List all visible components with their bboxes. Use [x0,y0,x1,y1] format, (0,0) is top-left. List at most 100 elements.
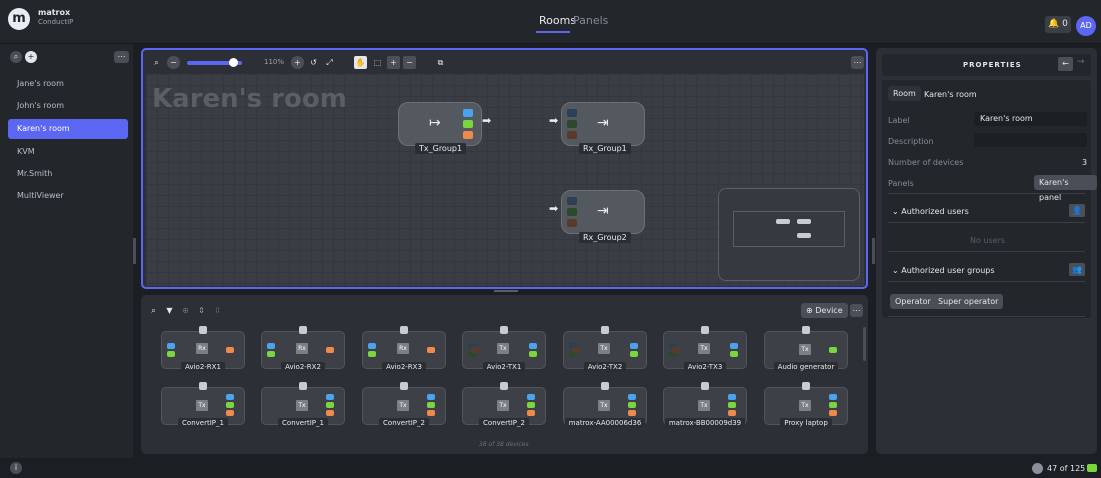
minimap-viewport[interactable] [733,211,845,247]
sidebar-item-room[interactable]: KVM [8,142,128,162]
port-blue[interactable] [567,109,577,117]
select-icon[interactable]: ⬚ [371,56,384,69]
pan-hand-icon[interactable]: ✋ [354,56,367,69]
port-orange[interactable] [326,410,334,416]
port-orange[interactable] [567,219,577,227]
port-blue[interactable] [529,343,537,349]
port-orange[interactable] [427,410,435,416]
more-menu-icon[interactable]: ⋯ [850,304,863,317]
device-card[interactable]: Tx matrox-AA00006d36 [563,382,647,428]
label-field[interactable]: Karen's room [974,112,1087,126]
port-orange[interactable] [463,131,473,139]
device-card[interactable]: Tx matrox-BB00009d39 [663,382,747,428]
zoom-out-icon[interactable]: − [167,56,180,69]
sidebar-item-room[interactable]: Jane's room [8,74,128,94]
port-orange[interactable] [672,347,680,353]
port-blue[interactable] [326,394,334,400]
scrollbar[interactable] [863,327,866,361]
port-orange[interactable] [427,347,435,353]
port-orange[interactable] [728,410,736,416]
remove-node-icon[interactable]: − [403,56,416,69]
port-green[interactable] [463,120,473,128]
device-card[interactable]: Tx Avio2-TX3 [663,326,747,372]
add-node-icon[interactable]: + [387,56,400,69]
layers-icon[interactable]: ⧉ [434,56,447,69]
port-blue[interactable] [829,394,837,400]
port-blue[interactable] [728,394,736,400]
avatar[interactable]: AD [1076,16,1096,36]
sidebar-item-room-selected[interactable]: Karen's room [8,119,128,139]
node-rx-group2[interactable]: ⇥ [561,190,645,234]
device-card[interactable]: Tx ConvertIP_2 [362,382,446,428]
port-orange[interactable] [226,410,234,416]
search-icon[interactable]: ⌕ [150,56,163,69]
filter-icon[interactable]: ▼ [163,304,176,317]
port-orange[interactable] [829,410,837,416]
zoom-in-icon[interactable]: + [291,56,304,69]
port-blue[interactable] [427,394,435,400]
port-green[interactable] [527,402,535,408]
add-room-button[interactable]: + [25,51,37,63]
more-menu-icon[interactable]: ⋯ [851,56,864,69]
sidebar-resize-handle[interactable] [133,238,136,264]
description-field[interactable] [974,133,1087,147]
add-device-button[interactable]: ⊕ Device [801,303,848,318]
back-arrow-icon[interactable]: ← [1058,57,1073,71]
add-user-icon[interactable]: 👤 [1069,204,1085,217]
device-card[interactable]: Rx Avio2-RX1 [161,326,245,372]
port-orange[interactable] [572,347,580,353]
port-orange[interactable] [527,410,535,416]
search-icon[interactable]: ⌕ [10,51,22,63]
sidebar-item-room[interactable]: MultiViewer [8,186,128,206]
port-green[interactable] [368,351,376,357]
expand-icon[interactable]: ⇕ [195,304,208,317]
port-orange[interactable] [326,347,334,353]
port-orange[interactable] [226,347,234,353]
forward-arrow-icon[interactable]: → [1077,57,1085,67]
device-card[interactable]: Tx Proxy laptop [764,382,848,428]
port-green[interactable] [267,351,275,357]
device-card[interactable]: Tx Avio2-TX1 [462,326,546,372]
add-group-icon[interactable]: 👥 [1069,263,1085,276]
port-green[interactable] [728,402,736,408]
search-icon[interactable]: ⌕ [147,304,160,317]
fit-view-icon[interactable]: ⤢ [323,56,336,69]
port-blue[interactable] [226,394,234,400]
sidebar-item-room[interactable]: Mr.Smith [8,164,128,184]
device-card[interactable]: Rx Avio2-RX3 [362,326,446,372]
device-card[interactable]: Tx Audio generator [764,326,848,372]
target-icon[interactable]: ⊕ [179,304,192,317]
collapse-icon[interactable]: ⇳ [211,304,224,317]
port-blue[interactable] [167,343,175,349]
node-rx-group1[interactable]: ⇥ [561,102,645,146]
port-orange[interactable] [567,131,577,139]
port-green[interactable] [427,402,435,408]
device-card[interactable]: Tx Avio2-TX2 [563,326,647,372]
info-icon[interactable]: i [10,462,22,474]
notifications-button[interactable]: 🔔 0 [1045,16,1071,33]
device-card[interactable]: Tx ConvertIP_1 [161,382,245,428]
port-blue[interactable] [368,343,376,349]
port-green[interactable] [829,402,837,408]
port-blue[interactable] [527,394,535,400]
more-menu-icon[interactable]: ⋯ [114,51,129,63]
port-green[interactable] [326,402,334,408]
port-green[interactable] [630,351,638,357]
port-green[interactable] [567,208,577,216]
group-chip[interactable]: Operator [890,294,936,309]
authorized-groups-toggle[interactable]: ⌄ Authorized user groups [892,266,995,275]
port-blue[interactable] [463,109,473,117]
group-chip[interactable]: Super operator [933,294,1004,309]
device-card[interactable]: Tx ConvertIP_1 [261,382,345,428]
authorized-users-toggle[interactable]: ⌄ Authorized users [892,207,969,216]
panel-resize-handle[interactable] [494,290,518,292]
port-blue[interactable] [730,343,738,349]
device-card[interactable]: Tx ConvertIP_2 [462,382,546,428]
port-green[interactable] [829,347,837,353]
port-green[interactable] [226,402,234,408]
port-green[interactable] [567,120,577,128]
properties-resize-handle[interactable] [872,238,875,264]
panel-chip[interactable]: Karen's panel [1034,175,1097,202]
sidebar-item-room[interactable]: John's room [8,96,128,116]
zoom-slider-handle[interactable] [229,58,238,67]
